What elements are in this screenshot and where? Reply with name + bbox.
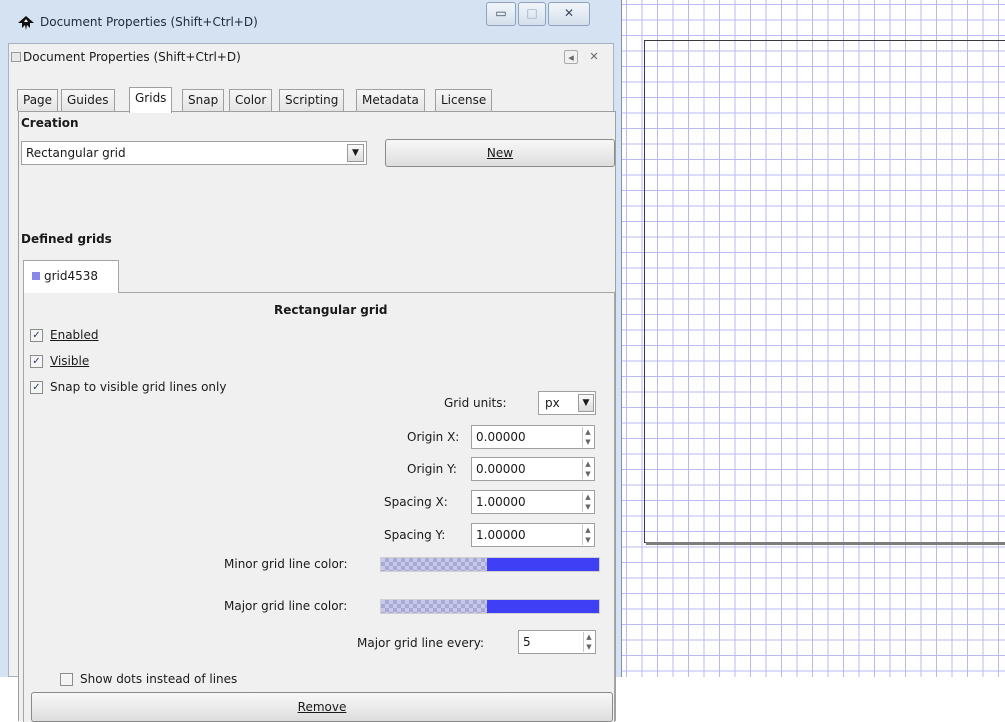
dock-close-button[interactable]: ✕ — [587, 50, 601, 64]
chevron-down-icon[interactable]: ▼ — [347, 144, 364, 162]
tab-grids[interactable]: Grids — [129, 87, 173, 113]
show-dots-label: Show dots instead of lines — [80, 672, 238, 686]
checkmark-icon[interactable]: ✓ — [30, 329, 43, 342]
grid-type-select[interactable]: Rectangular grid ▼ — [21, 141, 367, 165]
new-button-label: New — [486, 146, 514, 160]
origin-y-input[interactable]: 0.00000 ▲ ▼ — [471, 457, 595, 481]
spin-arrows-icon[interactable]: ▲ ▼ — [582, 525, 593, 545]
tab-metadata[interactable]: Metadata — [356, 89, 425, 111]
spacing-y-value: 1.00000 — [476, 528, 526, 542]
color-solid-preview — [487, 600, 599, 613]
tab-guides[interactable]: Guides — [61, 89, 115, 111]
maximize-button[interactable]: □ — [518, 2, 546, 26]
tab-page[interactable]: Page — [17, 89, 59, 111]
spacing-y-label: Spacing Y: — [384, 528, 446, 542]
grid-units-value: px — [545, 396, 560, 410]
spacing-x-input[interactable]: 1.00000 ▲ ▼ — [471, 490, 595, 514]
spin-arrows-icon[interactable]: ▲ ▼ — [582, 459, 593, 479]
origin-x-label: Origin X: — [407, 430, 460, 444]
grids-tab-content: Creation Rectangular grid ▼ New Defined … — [18, 111, 616, 722]
grid-type-value: Rectangular grid — [26, 146, 126, 160]
new-grid-button[interactable]: New — [385, 139, 615, 167]
inkscape-icon — [18, 16, 34, 30]
spacing-x-label: Spacing X: — [384, 495, 448, 509]
remove-grid-button[interactable]: Remove — [31, 692, 613, 722]
color-alpha-preview — [381, 558, 487, 571]
checkbox-box[interactable] — [60, 673, 73, 686]
defined-grids-heading: Defined grids — [21, 232, 112, 246]
tab-scripting[interactable]: Scripting — [279, 89, 345, 111]
creation-heading: Creation — [21, 116, 79, 130]
major-every-value: 5 — [523, 635, 531, 649]
grid-swatch-icon — [32, 272, 40, 280]
grid-tab-label: grid4538 — [44, 269, 99, 283]
dock-menu-button[interactable]: ◂ — [564, 50, 578, 64]
dock-title: Document Properties (Shift+Ctrl+D) — [23, 50, 241, 64]
window-titlebar[interactable]: Document Properties (Shift+Ctrl+D) ▭ □ ✕ — [0, 0, 622, 40]
checkmark-icon[interactable]: ✓ — [30, 355, 43, 368]
tab-grid4538[interactable]: grid4538 — [23, 260, 119, 293]
spacing-y-input[interactable]: 1.00000 ▲ ▼ — [471, 523, 595, 547]
minimize-button[interactable]: ▭ — [486, 2, 516, 26]
major-color-label: Major grid line color: — [224, 599, 348, 613]
window-title: Document Properties (Shift+Ctrl+D) — [40, 15, 258, 29]
dock-panel: Document Properties (Shift+Ctrl+D) ◂ ✕ P… — [8, 43, 616, 722]
major-every-label: Major grid line every: — [357, 636, 484, 650]
grid-type-title: Rectangular grid — [274, 303, 388, 317]
origin-x-value: 0.00000 — [476, 430, 526, 444]
spin-arrows-icon[interactable]: ▲ ▼ — [583, 632, 594, 652]
spin-arrows-icon[interactable]: ▲ ▼ — [582, 492, 593, 512]
spin-arrows-icon[interactable]: ▲ ▼ — [582, 427, 593, 447]
color-alpha-preview — [381, 600, 487, 613]
grid-settings-panel: Rectangular grid ✓ Enabled ✓ Visible ✓ S… — [23, 292, 615, 722]
remove-button-label: Remove — [297, 700, 347, 714]
snap-visible-label: Snap to visible grid lines only — [50, 380, 227, 394]
document-properties-window: Document Properties (Shift+Ctrl+D) ▭ □ ✕… — [0, 0, 622, 722]
close-button[interactable]: ✕ — [548, 2, 590, 26]
origin-y-value: 0.00000 — [476, 462, 526, 476]
enabled-label: Enabled — [50, 328, 99, 342]
major-every-input[interactable]: 5 ▲ ▼ — [518, 630, 596, 654]
visible-label: Visible — [50, 354, 90, 368]
grid-units-label: Grid units: — [444, 396, 507, 410]
dock-header: Document Properties (Shift+Ctrl+D) ◂ ✕ — [9, 44, 613, 70]
chevron-down-icon[interactable]: ▼ — [578, 394, 594, 412]
grid-units-select[interactable]: px ▼ — [538, 391, 596, 415]
spacing-x-value: 1.00000 — [476, 495, 526, 509]
major-color-button[interactable] — [380, 599, 600, 614]
minor-color-button[interactable] — [380, 557, 600, 572]
tab-snap[interactable]: Snap — [182, 89, 225, 111]
page-shadow — [646, 542, 1005, 545]
color-solid-preview — [487, 558, 599, 571]
minor-color-label: Minor grid line color: — [224, 557, 348, 571]
dock-handle-icon[interactable] — [11, 52, 21, 62]
origin-y-label: Origin Y: — [407, 462, 457, 476]
tab-license[interactable]: License — [435, 89, 493, 111]
tab-color[interactable]: Color — [229, 89, 273, 111]
origin-x-input[interactable]: 0.00000 ▲ ▼ — [471, 425, 595, 449]
page-border — [644, 40, 1005, 543]
checkmark-icon[interactable]: ✓ — [30, 381, 43, 394]
